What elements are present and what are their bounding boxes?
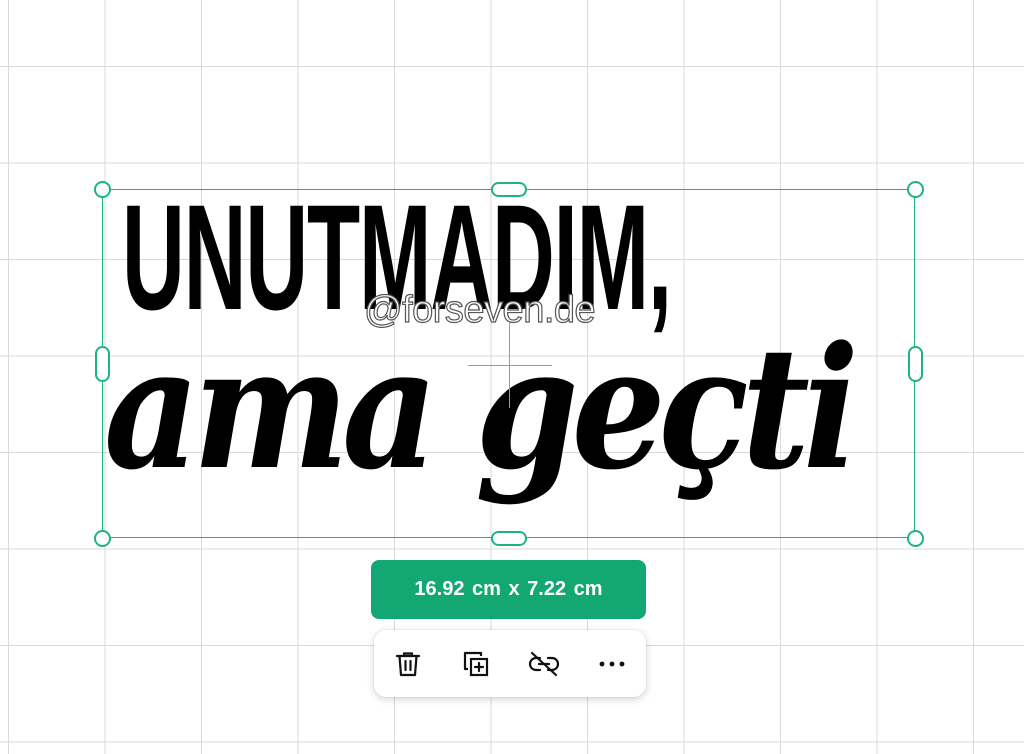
resize-handle-top[interactable] <box>491 182 527 197</box>
resize-handle-bottom-right[interactable] <box>907 530 924 547</box>
unlink-icon <box>528 651 560 677</box>
resize-handle-bottom[interactable] <box>491 531 527 546</box>
duplicate-button[interactable] <box>456 644 496 684</box>
delete-button[interactable] <box>388 644 428 684</box>
duplicate-icon <box>463 651 489 677</box>
resize-handle-right[interactable] <box>908 346 923 382</box>
selection-toolbar <box>374 630 646 697</box>
more-icon <box>599 661 625 667</box>
resize-handle-top-left[interactable] <box>94 181 111 198</box>
resize-handle-top-right[interactable] <box>907 181 924 198</box>
trash-icon <box>395 652 421 677</box>
resize-handle-bottom-left[interactable] <box>94 530 111 547</box>
size-badge: 16.92 cm x 7.22 cm <box>371 560 646 619</box>
more-button[interactable] <box>592 644 632 684</box>
resize-handle-left[interactable] <box>95 346 110 382</box>
selection-box[interactable] <box>102 189 915 538</box>
unlink-button[interactable] <box>524 644 564 684</box>
